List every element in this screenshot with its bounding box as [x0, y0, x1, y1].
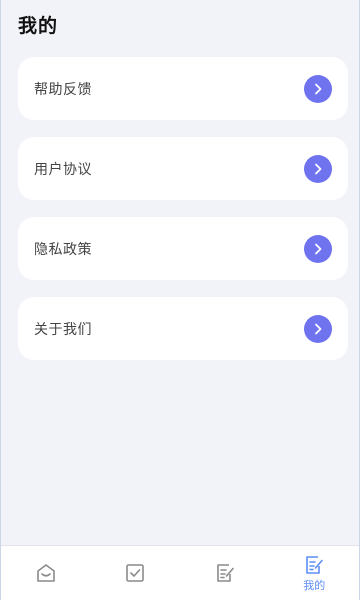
menu-item-label: 隐私政策: [34, 241, 92, 258]
chevron-right-icon[interactable]: [304, 74, 332, 103]
edit-note-icon: [214, 562, 236, 584]
chevron-right-icon[interactable]: [304, 234, 332, 263]
bottom-tab-bar: 我的: [1, 545, 359, 600]
menu-item-label: 帮助反馈: [34, 81, 92, 98]
chevron-right-icon[interactable]: [304, 314, 332, 343]
home-icon: [35, 562, 57, 584]
menu-item-help-feedback[interactable]: 帮助反馈: [18, 57, 348, 120]
profile-edit-icon: [303, 554, 325, 576]
tab-tasks[interactable]: [91, 546, 181, 600]
checkbox-icon: [124, 562, 146, 584]
page-title: 我的: [18, 15, 59, 37]
tab-home[interactable]: [1, 546, 91, 600]
chevron-right-icon[interactable]: [304, 154, 332, 183]
menu-item-about-us[interactable]: 关于我们: [18, 297, 348, 360]
tab-mine[interactable]: 我的: [270, 546, 360, 600]
menu-item-label: 关于我们: [34, 321, 92, 338]
menu-item-label: 用户协议: [34, 161, 92, 178]
tab-notes[interactable]: [180, 546, 270, 600]
settings-menu: 帮助反馈 用户协议 隐私政策 关于我们: [18, 57, 348, 377]
menu-item-user-agreement[interactable]: 用户协议: [18, 137, 348, 200]
tab-label: 我的: [303, 578, 326, 592]
menu-item-privacy-policy[interactable]: 隐私政策: [18, 217, 348, 280]
